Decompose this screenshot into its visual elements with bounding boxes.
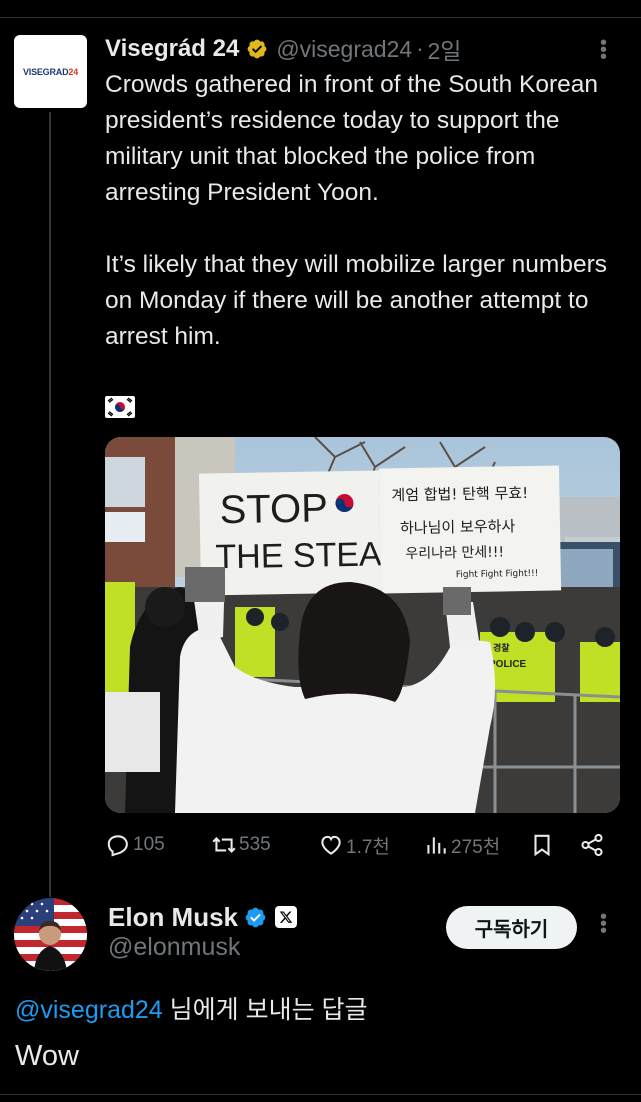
replying-to-line: @visegrad24 님에게 보내는 답글 (15, 990, 368, 1026)
views-button[interactable]: 275천 (423, 828, 500, 862)
tweet-action-bar: 105 535 1.7천 275천 (105, 828, 615, 862)
subscribe-button[interactable]: 구독하기 (446, 906, 577, 949)
like-count: 1.7천 (346, 836, 390, 858)
verified-blue-badge-icon[interactable] (244, 906, 267, 929)
sign-stop-text: STOP (219, 486, 328, 532)
sign-korean-line1: 계엄 합법! 탄핵 무효! (391, 484, 528, 504)
reply-author-handle[interactable]: @elonmusk (108, 933, 240, 962)
reply-tweet-text: Wow (15, 1040, 79, 1072)
sign-korean-line2: 하나님이 보우하사 (400, 517, 516, 537)
reply-button[interactable]: 105 (105, 828, 165, 862)
reply-icon (107, 835, 128, 857)
police-vest-label: POLICE (489, 659, 527, 670)
share-button[interactable] (579, 828, 607, 862)
reply-count: 105 (133, 834, 165, 855)
bookmark-icon (534, 834, 550, 857)
views-count: 275천 (451, 836, 501, 858)
police-badge-label: 경찰 (493, 642, 510, 653)
reply-author-name[interactable]: Elon Musk (108, 902, 238, 933)
verified-gold-badge-icon[interactable] (246, 38, 268, 60)
top-divider (0, 17, 641, 18)
repost-icon (212, 837, 236, 853)
reply-tweet-header: Elon Musk (108, 900, 298, 934)
reply-more-options-icon[interactable]: • • • (600, 907, 607, 941)
reply-to-suffix: 님에게 보내는 답글 (162, 996, 368, 1024)
x-affiliation-badge-icon[interactable] (275, 906, 298, 928)
protest-photo-illustration: POLICE 경찰 STOP THE STEAL 계엄 합법! 탄핵 무효! 하… (105, 437, 620, 813)
avatar-elonmusk[interactable] (14, 898, 87, 971)
author-handle[interactable]: @visegrad24 (276, 36, 412, 63)
repost-button[interactable]: 535 (211, 828, 271, 862)
more-options-icon[interactable]: • • • (600, 33, 607, 67)
parent-tweet-header: Visegrád 24 @visegrad24 · 2일 (105, 32, 461, 66)
repost-count: 535 (239, 834, 271, 855)
reply-to-mention-link[interactable]: @visegrad24 (15, 996, 163, 1024)
tweet-photo[interactable]: POLICE 경찰 STOP THE STEAL 계엄 합법! 탄핵 무효! 하… (105, 437, 620, 813)
sign-fight-text: Fight Fight Fight!!! (456, 569, 539, 580)
bookmark-button[interactable] (529, 828, 557, 862)
thread-connector-line (49, 112, 51, 897)
views-chart-icon (427, 837, 446, 854)
sign-korean-line3: 우리나라 만세!!! (405, 544, 504, 562)
tweet-time[interactable]: 2일 (428, 32, 462, 66)
tweet-paragraph-2: It’s likely that they will mobilize larg… (105, 251, 607, 350)
heart-icon (321, 835, 341, 855)
separator-dot: · (416, 36, 424, 61)
avatar-image (14, 898, 87, 971)
bottom-divider (0, 1094, 641, 1095)
avatar-visegrad24[interactable]: VISEGRAD24 (14, 35, 87, 108)
sign-steal-text: THE STEAL (215, 535, 401, 576)
south-korea-flag-icon (105, 396, 135, 418)
like-button[interactable]: 1.7천 (318, 828, 390, 862)
parent-tweet-text: Crowds gathered in front of the South Ko… (105, 67, 625, 355)
share-icon (581, 833, 603, 857)
author-name[interactable]: Visegrád 24 (105, 35, 239, 63)
tweet-paragraph-1: Crowds gathered in front of the South Ko… (105, 71, 599, 206)
